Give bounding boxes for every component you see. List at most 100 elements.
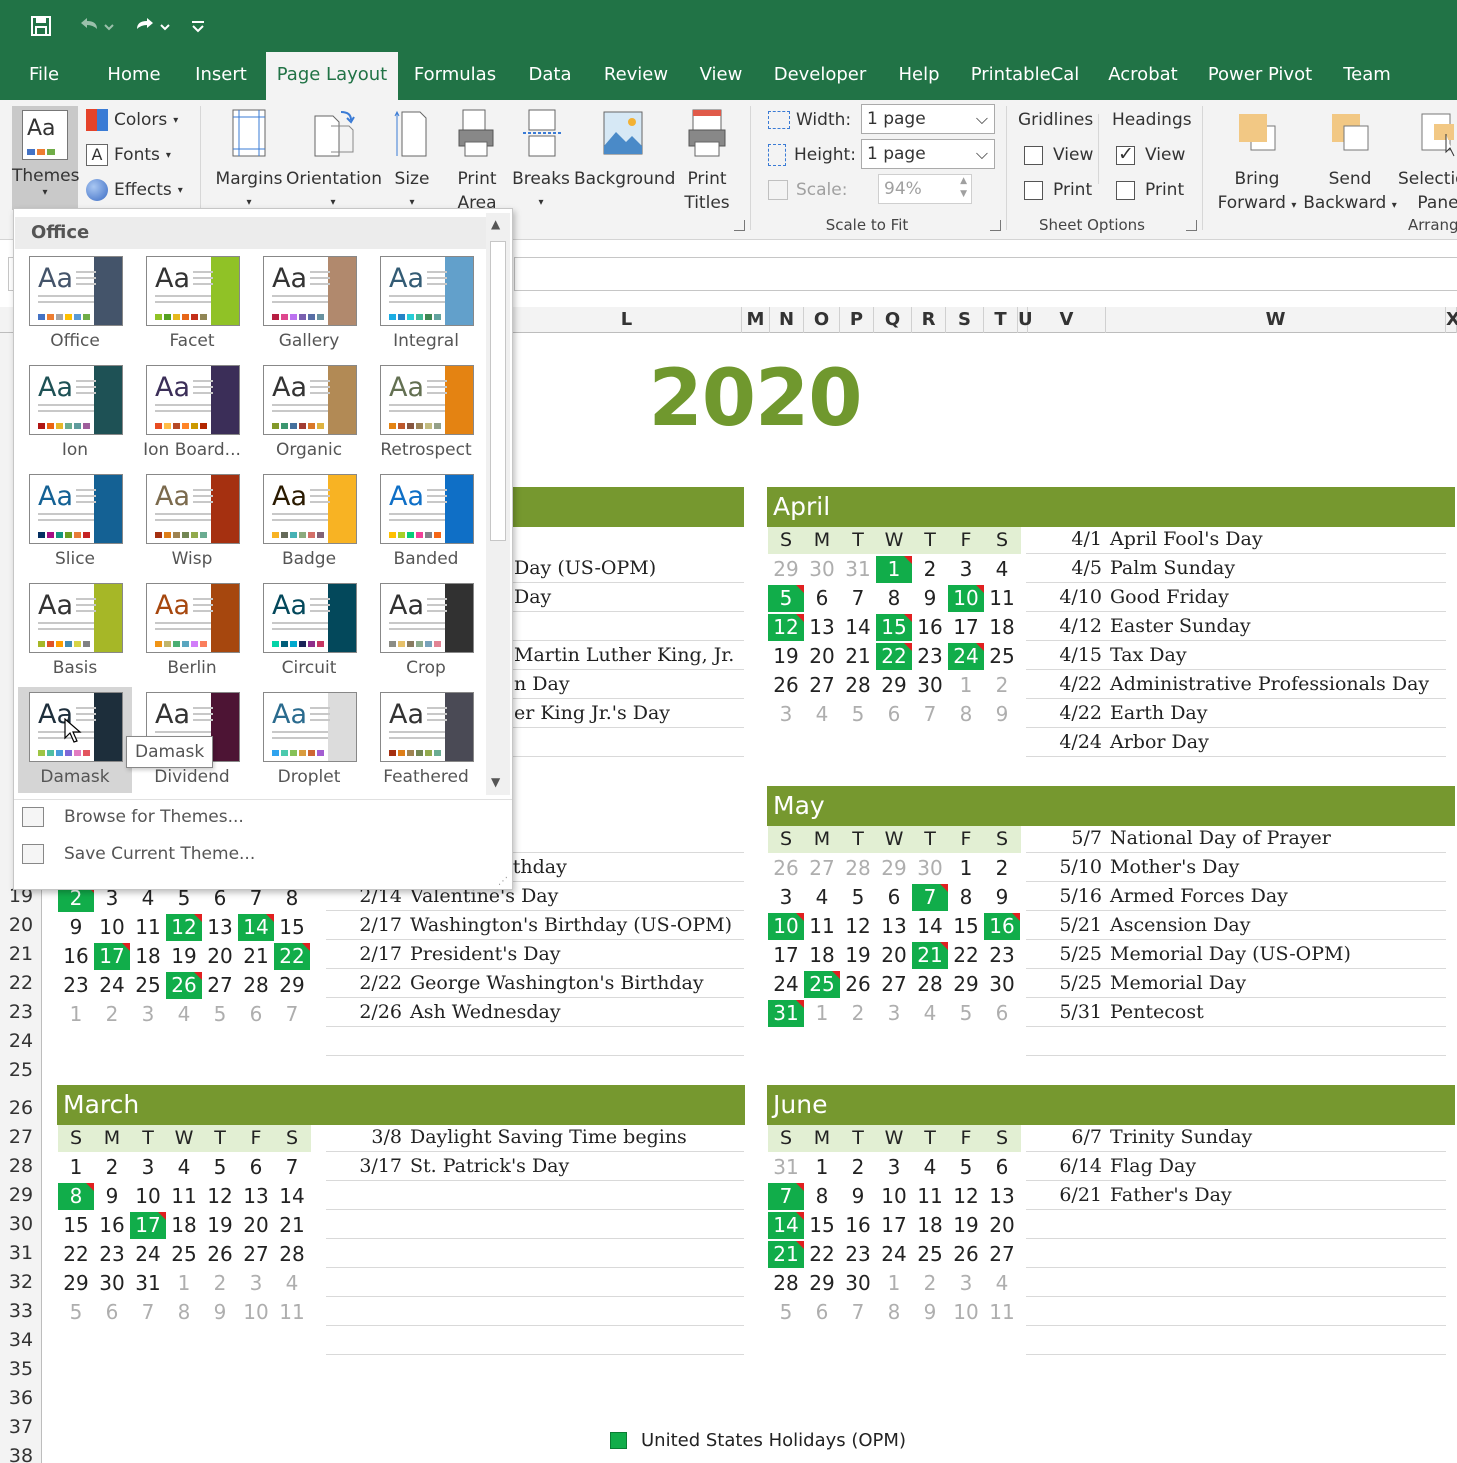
theme-berlin[interactable]: Aa Berlin	[135, 578, 249, 684]
row-header[interactable]: 22	[0, 972, 42, 994]
redo-icon[interactable]	[128, 10, 174, 42]
day-cell[interactable]: 3	[768, 701, 804, 728]
event-row[interactable]: 5/25 Memorial Day (US-OPM)	[1026, 940, 1446, 969]
day-cell[interactable]: 7	[840, 585, 876, 612]
event-row[interactable]: 6/14 Flag Day	[1026, 1152, 1446, 1181]
event-row[interactable]	[326, 1210, 744, 1239]
tab-home[interactable]: Home	[92, 52, 176, 100]
day-cell[interactable]: 4	[912, 1000, 948, 1027]
selection-pane-button[interactable]: Selection Pane	[1398, 108, 1457, 215]
day-cell[interactable]: 9	[912, 1299, 948, 1326]
day-cell[interactable]: 3	[876, 1000, 912, 1027]
day-cell[interactable]: 31	[840, 556, 876, 583]
event-row[interactable]	[326, 1326, 744, 1355]
day-cell[interactable]: 11	[984, 585, 1020, 612]
day-cell[interactable]: 5	[202, 1154, 238, 1181]
row-header[interactable]: 30	[0, 1213, 42, 1235]
day-cell[interactable]: 29	[58, 1270, 94, 1297]
day-cell[interactable]: 30	[94, 1270, 130, 1297]
row-header[interactable]: 35	[0, 1358, 42, 1380]
tab-power-pivot[interactable]: Power Pivot	[1200, 52, 1320, 100]
event-row[interactable]: 6/7 Trinity Sunday	[1026, 1123, 1446, 1152]
row-header[interactable]: 37	[0, 1416, 42, 1438]
event-row[interactable]: 5/25 Memorial Day	[1026, 969, 1446, 998]
row-header[interactable]: 29	[0, 1184, 42, 1206]
day-cell[interactable]: 27	[984, 1241, 1020, 1268]
margins-button[interactable]: Margins ▾	[214, 108, 284, 215]
day-cell[interactable]: 4	[274, 1270, 310, 1297]
day-cell[interactable]: 13	[238, 1183, 274, 1210]
day-cell[interactable]: 18	[912, 1212, 948, 1239]
day-cell[interactable]: 1	[804, 1000, 840, 1027]
day-cell[interactable]: 16	[58, 943, 94, 970]
row-header[interactable]: 25	[0, 1059, 42, 1081]
day-cell[interactable]: 4	[984, 1270, 1020, 1297]
holiday-day-cell[interactable]: 15	[876, 614, 912, 641]
day-cell[interactable]: 4	[804, 884, 840, 911]
theme-slice[interactable]: Aa Slice	[18, 469, 132, 575]
day-cell[interactable]: 8	[804, 1183, 840, 1210]
column-header[interactable]: W	[1106, 307, 1446, 333]
holiday-day-cell[interactable]: 17	[94, 943, 130, 970]
send-backward-button[interactable]: Send Backward ▾	[1302, 108, 1398, 218]
holiday-day-cell[interactable]: 10	[948, 585, 984, 612]
day-cell[interactable]: 7	[274, 1154, 310, 1181]
day-cell[interactable]: 19	[948, 1212, 984, 1239]
tab-data[interactable]: Data	[518, 52, 582, 100]
day-cell[interactable]: 22	[948, 942, 984, 969]
day-cell[interactable]: 4	[166, 1154, 202, 1181]
day-cell[interactable]: 30	[840, 1270, 876, 1297]
event-row[interactable]: 4/10 Good Friday	[1026, 583, 1446, 612]
day-cell[interactable]: 23	[94, 1241, 130, 1268]
theme-badge[interactable]: Aa Badge	[252, 469, 366, 575]
day-cell[interactable]: 20	[238, 1212, 274, 1239]
theme-facet[interactable]: Aa Facet	[135, 251, 249, 357]
row-header[interactable]: 28	[0, 1155, 42, 1177]
event-row[interactable]: Day	[512, 583, 744, 612]
day-cell[interactable]: 9	[58, 914, 94, 941]
formula-input[interactable]	[514, 257, 1457, 291]
scale-spinner[interactable]: 94% ▲ ▼	[878, 174, 972, 204]
day-cell[interactable]: 28	[768, 1270, 804, 1297]
holiday-day-cell[interactable]: 26	[166, 972, 202, 999]
day-cell[interactable]: 3	[768, 884, 804, 911]
day-cell[interactable]: 18	[130, 943, 166, 970]
day-cell[interactable]: 1	[948, 672, 984, 699]
day-cell[interactable]: 11	[130, 914, 166, 941]
event-row[interactable]: er King Jr.'s Day	[512, 699, 744, 728]
event-row[interactable]: 5/31 Pentecost	[1026, 998, 1446, 1027]
theme-banded[interactable]: Aa Banded	[369, 469, 483, 575]
holiday-day-cell[interactable]: 14	[238, 914, 274, 941]
column-header[interactable]: L	[512, 307, 742, 333]
event-row[interactable]: 5/10 Mother's Day	[1026, 853, 1446, 882]
day-cell[interactable]: 25	[130, 972, 166, 999]
theme-crop[interactable]: Aa Crop	[369, 578, 483, 684]
event-row[interactable]	[1026, 1268, 1446, 1297]
day-cell[interactable]: 2	[912, 556, 948, 583]
theme-retrospect[interactable]: Aa Retrospect	[369, 360, 483, 466]
day-cell[interactable]: 14	[912, 913, 948, 940]
row-header[interactable]: 33	[0, 1300, 42, 1322]
day-cell[interactable]: 4	[984, 556, 1020, 583]
day-cell[interactable]: 8	[876, 1299, 912, 1326]
day-cell[interactable]: 25	[166, 1241, 202, 1268]
gallery-scrollbar[interactable]: ▲ ▼	[486, 213, 510, 795]
column-header[interactable]: Q	[874, 307, 912, 333]
day-cell[interactable]: 1	[166, 1270, 202, 1297]
day-cell[interactable]: 8	[166, 1299, 202, 1326]
event-row[interactable]: n Day	[512, 670, 744, 699]
day-cell[interactable]: 4	[912, 1154, 948, 1181]
day-cell[interactable]: 29	[876, 672, 912, 699]
day-cell[interactable]: 9	[94, 1183, 130, 1210]
print-titles-button[interactable]: Print Titles	[678, 108, 736, 215]
tab-review[interactable]: Review	[596, 52, 676, 100]
day-cell[interactable]: 3	[948, 1270, 984, 1297]
day-cell[interactable]: 12	[202, 1183, 238, 1210]
day-cell[interactable]: 6	[876, 884, 912, 911]
tab-help[interactable]: Help	[888, 52, 950, 100]
tab-acrobat[interactable]: Acrobat	[1100, 52, 1186, 100]
event-row[interactable]	[326, 1297, 744, 1326]
day-cell[interactable]: 10	[948, 1299, 984, 1326]
size-button[interactable]: Size ▾	[384, 108, 440, 215]
holiday-day-cell[interactable]: 7	[912, 884, 948, 911]
